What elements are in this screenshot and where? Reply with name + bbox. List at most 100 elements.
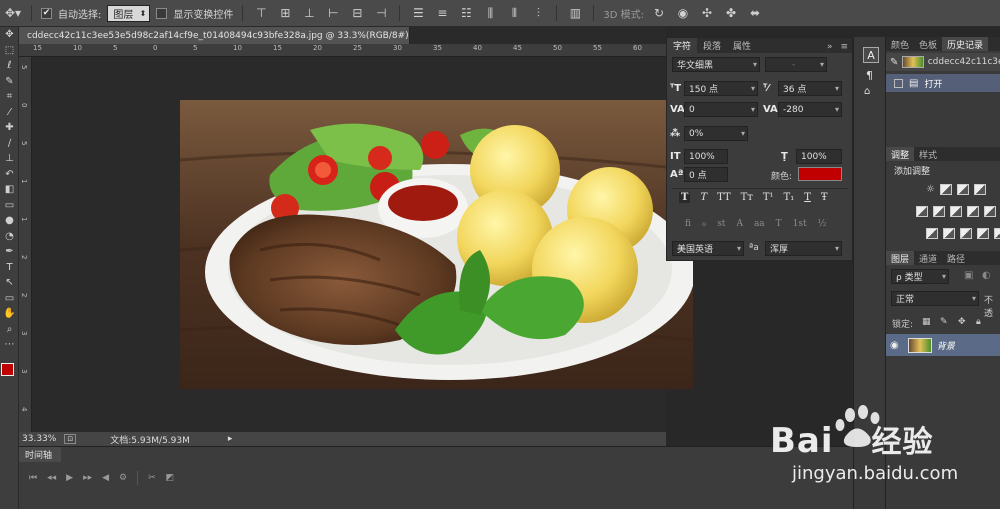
filter-adjust-icon[interactable]: ◐ <box>982 270 991 281</box>
stylistic-alternates-button[interactable]: aa <box>754 219 765 229</box>
paragraph-panel-icon[interactable]: ¶ <box>866 69 885 82</box>
auto-select-target-dropdown[interactable]: 图层 <box>107 4 151 22</box>
panel-menu-icon[interactable]: ≡ <box>836 41 852 53</box>
ruler-vertical[interactable]: 5 0 5 1 1 2 2 3 3 4 <box>19 57 32 432</box>
selective-color-icon[interactable] <box>994 228 1000 239</box>
anti-alias-select[interactable]: 浑厚 <box>765 241 842 256</box>
titling-alternates-button[interactable]: T <box>776 219 782 229</box>
visibility-eye-icon[interactable]: ◉ <box>890 340 899 351</box>
font-family-select[interactable]: 华文细黑 <box>672 57 760 72</box>
next-frame-icon[interactable]: ▸▸ <box>83 473 92 483</box>
photo-filter-icon[interactable] <box>984 206 996 217</box>
align-bottom-icon[interactable]: ⊥ <box>300 5 318 21</box>
align-hcenter-icon[interactable]: ⊟ <box>348 5 366 21</box>
filter-image-icon[interactable]: ▣ <box>964 270 973 281</box>
brightness-icon[interactable]: ☼ <box>926 184 935 195</box>
healing-brush-tool-icon[interactable]: ✚ <box>0 120 19 136</box>
dodge-tool-icon[interactable]: ◔ <box>0 229 19 245</box>
lasso-tool-icon[interactable]: ℓ <box>0 58 19 74</box>
tab-channels[interactable]: 通道 <box>914 251 942 265</box>
3d-scale-icon[interactable]: ⬌ <box>746 5 764 21</box>
document-tab[interactable]: cddecc42c11c3ee53e5d98c2af14cf9e_t014084… <box>19 27 410 44</box>
font-style-select[interactable]: - <box>765 57 827 72</box>
align-left-icon[interactable]: ⊢ <box>324 5 342 21</box>
all-caps-button[interactable]: TT <box>717 192 731 203</box>
clone-stamp-tool-icon[interactable]: ⊥ <box>0 151 19 167</box>
zoom-tool-icon[interactable]: ⌕ <box>0 322 19 338</box>
gradient-tool-icon[interactable]: ▭ <box>0 198 19 214</box>
tab-styles[interactable]: 样式 <box>914 147 942 161</box>
status-menu-arrow-icon[interactable]: ▸ <box>228 434 233 444</box>
panel-collapse-icon[interactable]: » <box>823 41 837 53</box>
vibrance-icon[interactable] <box>916 206 928 217</box>
leading-field[interactable]: 36 点 <box>778 81 842 96</box>
tab-history[interactable]: 历史记录 <box>942 37 989 51</box>
tab-character[interactable]: 字符 <box>667 38 698 53</box>
exposure-icon[interactable] <box>973 184 986 195</box>
language-select[interactable]: 美国英语 <box>672 241 744 256</box>
timeline-title[interactable]: 时间轴 <box>19 447 61 462</box>
more-tools-icon[interactable]: ⋯ <box>0 337 19 353</box>
gradient-map-icon[interactable] <box>977 228 989 239</box>
auto-align-icon[interactable]: ▥ <box>566 5 584 21</box>
history-brush-tool-icon[interactable]: ↶ <box>0 167 19 183</box>
color-swatch[interactable] <box>1 362 14 376</box>
invert-icon[interactable] <box>926 228 938 239</box>
fractions-button[interactable]: ½ <box>818 219 827 229</box>
subscript-button[interactable]: T₁ <box>784 192 795 203</box>
levels-icon[interactable] <box>939 184 952 195</box>
ordinals-button[interactable]: 1st <box>793 219 807 229</box>
distribute-left-icon[interactable]: ⫼ <box>481 5 499 21</box>
marquee-tool-icon[interactable]: ⬚ <box>0 43 19 59</box>
eyedropper-tool-icon[interactable]: ⁄ <box>0 105 19 121</box>
lock-transparent-icon[interactable]: ▦ <box>922 317 931 327</box>
horizontal-scale-field[interactable]: 100% <box>796 149 842 164</box>
font-size-field[interactable]: 150 点 <box>684 81 758 96</box>
move-tool-icon[interactable]: ✥ <box>0 27 19 43</box>
ruler-horizontal[interactable]: 1510505101520253035404550556065 <box>19 44 666 57</box>
show-transform-checkbox[interactable] <box>156 7 168 19</box>
baseline-shift-field[interactable]: 0 点 <box>684 167 728 182</box>
threshold-icon[interactable] <box>960 228 972 239</box>
distribute-top-icon[interactable]: ☰ <box>409 5 427 21</box>
tab-color[interactable]: 颜色 <box>886 37 914 51</box>
text-color-swatch[interactable] <box>798 167 842 181</box>
lock-pixels-icon[interactable]: ✎ <box>940 317 948 327</box>
underline-button[interactable]: T <box>804 192 811 203</box>
3d-roll-icon[interactable]: ◉ <box>674 5 692 21</box>
ligatures-button[interactable]: fi <box>685 219 691 229</box>
history-state-checkbox[interactable] <box>894 78 903 88</box>
split-icon[interactable]: ✂ <box>148 473 156 483</box>
align-right-icon[interactable]: ⊣ <box>372 5 390 21</box>
pen-tool-icon[interactable]: ✒ <box>0 244 19 260</box>
blend-mode-select[interactable]: 正常 <box>891 291 979 306</box>
layer-kind-filter[interactable]: ρ 类型 <box>891 269 949 284</box>
crop-tool-icon[interactable]: ⌗ <box>0 89 19 105</box>
3d-slide-icon[interactable]: ✤ <box>722 5 740 21</box>
hand-tool-icon[interactable]: ✋ <box>0 306 19 322</box>
align-vcenter-icon[interactable]: ⊞ <box>276 5 294 21</box>
quick-select-tool-icon[interactable]: ✎ <box>0 74 19 90</box>
lock-position-icon[interactable]: ✥ <box>958 317 966 327</box>
vertical-scale-field[interactable]: 100% <box>684 149 728 164</box>
audio-icon[interactable]: ◀ <box>102 473 109 483</box>
strikethrough-button[interactable]: Ŧ <box>821 192 828 203</box>
glyph-panel-icon[interactable]: ⌂ <box>864 86 885 97</box>
tab-adjustments[interactable]: 调整 <box>886 147 915 161</box>
lock-all-icon[interactable]: 🔒︎ <box>976 317 981 327</box>
shape-tool-icon[interactable]: ▭ <box>0 291 19 307</box>
eraser-tool-icon[interactable]: ◧ <box>0 182 19 198</box>
zoom-level[interactable]: 33.33% <box>22 434 56 444</box>
kerning-field[interactable]: 0 <box>684 102 758 117</box>
swash-button[interactable]: A <box>736 219 743 229</box>
settings-icon[interactable]: ⚙ <box>119 473 127 483</box>
small-caps-button[interactable]: Tт <box>741 192 753 203</box>
posterize-icon[interactable] <box>943 228 955 239</box>
faux-italic-button[interactable]: T <box>700 192 707 203</box>
3d-orbit-icon[interactable]: ↻ <box>650 5 668 21</box>
tracking-field[interactable]: -280 <box>778 102 842 117</box>
distribute-vcenter-icon[interactable]: ≡ <box>433 5 451 21</box>
first-frame-icon[interactable]: ⏮ <box>29 473 37 483</box>
tab-layers[interactable]: 图层 <box>886 251 915 265</box>
type-tool-icon[interactable]: T <box>0 260 19 276</box>
